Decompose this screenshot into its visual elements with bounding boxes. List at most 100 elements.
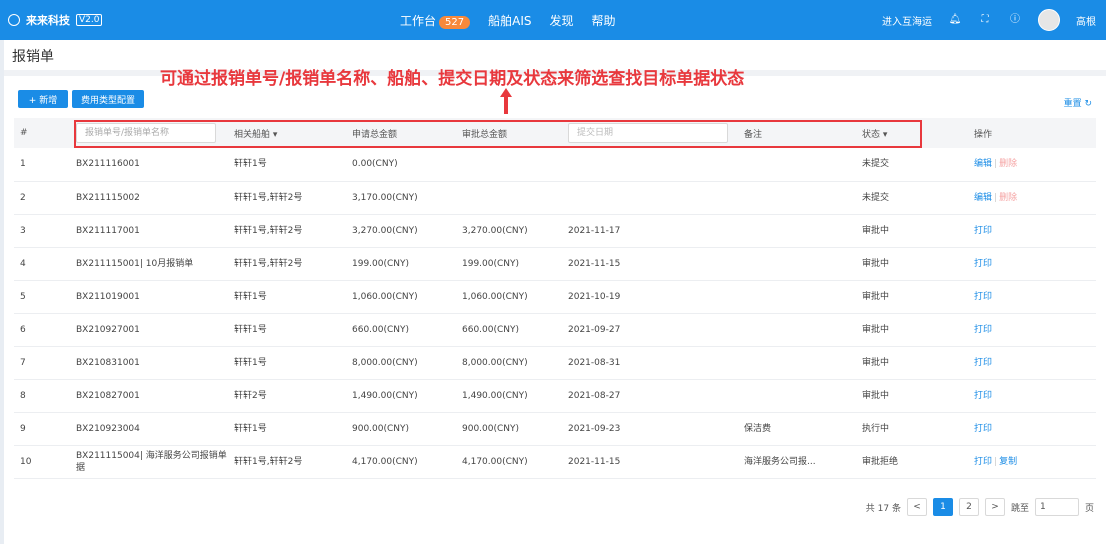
cell-ship: 轩轩1号: [228, 346, 346, 380]
table-row: 9 BX210923004 轩轩1号 900.00(CNY) 900.00(CNY) 20…: [14, 412, 1096, 446]
row-action-primary[interactable]: 打印: [974, 325, 992, 335]
page-title: 报销单: [12, 49, 54, 65]
cell-actions: 打印: [968, 379, 1096, 413]
cell-actions: 打印: [968, 313, 1096, 347]
row-action-secondary[interactable]: 删除: [999, 159, 1017, 169]
cell-apply: 3,270.00(CNY): [346, 214, 456, 248]
cell-ship: 轩轩1号: [228, 280, 346, 314]
brand-version: V2.0: [76, 14, 103, 26]
cell-no: BX210927001: [70, 313, 228, 347]
row-action-primary[interactable]: 打印: [974, 424, 992, 434]
next-page-button[interactable]: >: [984, 498, 1005, 516]
cell-date: 2021-11-15: [562, 445, 738, 479]
cell-apply: 660.00(CNY): [346, 313, 456, 347]
annotation-arrow-icon: [500, 88, 512, 114]
cell-ship: 轩轩1号: [228, 313, 346, 347]
action-separator: |: [994, 456, 998, 467]
nav-discover[interactable]: 发现: [549, 12, 573, 29]
cell-remark: [738, 280, 856, 314]
cell-no: BX211115004| 海洋服务公司报销单据: [70, 445, 228, 479]
cell-no: BX210831001: [70, 346, 228, 380]
enter-link[interactable]: 进入互海运: [882, 13, 932, 28]
row-action-secondary[interactable]: 删除: [999, 193, 1017, 203]
cell-remark: [738, 313, 856, 347]
row-action-primary[interactable]: 打印: [974, 226, 992, 236]
logo-icon: [8, 14, 20, 26]
user-name[interactable]: 高根: [1076, 13, 1096, 28]
pagination: 共 17 条 < 1 2 > 跳至 1 页: [866, 498, 1094, 516]
cell-remark: 海洋服务公司报...: [738, 445, 856, 479]
cell-approve: 1,060.00(CNY): [456, 280, 562, 314]
page-unit: 页: [1084, 503, 1094, 514]
row-action-primary[interactable]: 打印: [974, 292, 992, 302]
cell-no: BX211115002: [70, 181, 228, 215]
cell-idx: 4: [14, 247, 70, 281]
top-navbar: 来来科技 V2.0 工作台 527 船舶AIS 发现 帮助 进入互海运 🔔︎ ⛶ …: [0, 0, 1106, 40]
row-action-primary[interactable]: 打印: [974, 358, 992, 368]
cell-date: [562, 181, 738, 215]
row-action-primary[interactable]: 打印: [974, 391, 992, 401]
reset-button[interactable]: 重置 ↻: [1064, 96, 1092, 109]
table-row: 6 BX210927001 轩轩1号 660.00(CNY) 660.00(CNY) 20…: [14, 313, 1096, 347]
cell-remark: 保洁费: [738, 412, 856, 446]
expense-type-config-button[interactable]: 费用类型配置: [72, 90, 144, 108]
cell-approve: 660.00(CNY): [456, 313, 562, 347]
cell-apply: 3,170.00(CNY): [346, 181, 456, 215]
cell-ship: 轩轩2号: [228, 379, 346, 413]
avatar[interactable]: [1038, 9, 1060, 31]
cell-ship: 轩轩1号,轩轩2号: [228, 445, 346, 479]
brand[interactable]: 来来科技 V2.0: [8, 12, 103, 28]
cell-approve: 1,490.00(CNY): [456, 379, 562, 413]
cell-no: BX211019001: [70, 280, 228, 314]
row-action-primary[interactable]: 打印: [974, 259, 992, 269]
help-circle-icon[interactable]: ⓘ: [1008, 13, 1022, 27]
cell-idx: 10: [14, 445, 70, 479]
cell-actions: 打印: [968, 346, 1096, 380]
cell-apply: 8,000.00(CNY): [346, 346, 456, 380]
row-action-primary[interactable]: 编辑: [974, 193, 992, 203]
cell-idx: 2: [14, 181, 70, 215]
nav-ship-ais[interactable]: 船舶AIS: [488, 12, 531, 29]
cell-actions: 打印 | 复制: [968, 445, 1096, 479]
cell-apply: 900.00(CNY): [346, 412, 456, 446]
cell-no: BX210827001: [70, 379, 228, 413]
cell-date: 2021-11-15: [562, 247, 738, 281]
add-button[interactable]: + 新增: [18, 90, 68, 108]
page-1-button[interactable]: 1: [932, 498, 953, 516]
workbench-badge: 527: [439, 15, 471, 29]
cell-apply: 0.00(CNY): [346, 148, 456, 182]
cell-approve: 4,170.00(CNY): [456, 445, 562, 479]
row-action-primary[interactable]: 打印: [974, 457, 992, 467]
cell-approve: [456, 148, 562, 182]
row-action-secondary[interactable]: 复制: [999, 457, 1017, 467]
cell-no: BX211117001: [70, 214, 228, 248]
annotation-text: 可通过报销单号/报销单名称、船舶、提交日期及状态来筛选查找目标单据状态: [160, 69, 745, 89]
cell-idx: 8: [14, 379, 70, 413]
cell-date: 2021-10-19: [562, 280, 738, 314]
fullscreen-icon[interactable]: ⛶: [978, 13, 992, 27]
cell-date: 2021-09-27: [562, 313, 738, 347]
nav-workbench[interactable]: 工作台 527: [400, 12, 471, 29]
bell-icon[interactable]: 🔔︎: [948, 13, 962, 27]
nav-help[interactable]: 帮助: [592, 12, 616, 29]
cell-remark: [738, 379, 856, 413]
cell-remark: [738, 214, 856, 248]
filter-highlight-box: [74, 120, 922, 148]
cell-idx: 7: [14, 346, 70, 380]
row-action-primary[interactable]: 编辑: [974, 159, 992, 169]
prev-page-button[interactable]: <: [906, 498, 927, 516]
cell-status: 审批拒绝: [856, 445, 968, 479]
cell-remark: [738, 346, 856, 380]
cell-apply: 4,170.00(CNY): [346, 445, 456, 479]
jump-page-input[interactable]: 1: [1034, 498, 1079, 516]
table-row: 2 BX211115002 轩轩1号,轩轩2号 3,170.00(CNY) 未提交 编辑 |…: [14, 181, 1096, 215]
refresh-icon: ↻: [1084, 99, 1092, 109]
cell-date: 2021-08-27: [562, 379, 738, 413]
page-2-button[interactable]: 2: [958, 498, 979, 516]
total-count: 共 17 条: [865, 503, 901, 514]
cell-idx: 9: [14, 412, 70, 446]
cell-status: 审批中: [856, 280, 968, 314]
action-separator: |: [994, 192, 998, 203]
cell-status: 审批中: [856, 379, 968, 413]
action-separator: |: [994, 159, 998, 170]
